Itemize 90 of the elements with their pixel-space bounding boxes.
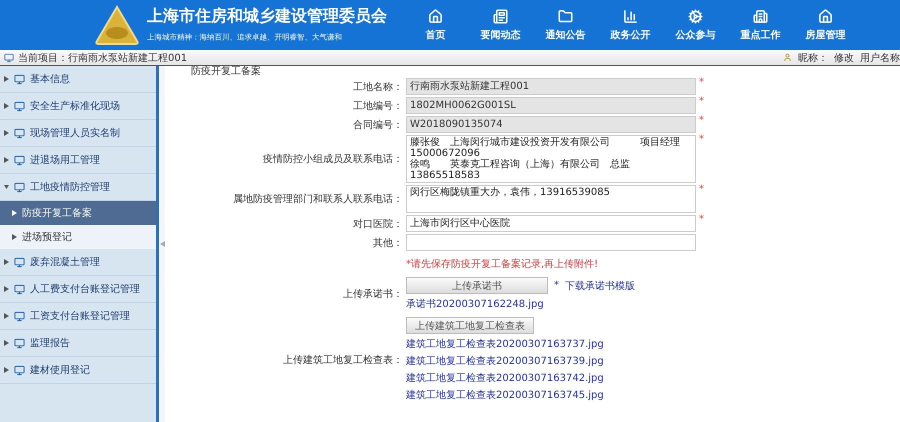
- caret-icon: [4, 340, 9, 346]
- file-link[interactable]: 建筑工地复工检查表20200307163745.jpg: [406, 388, 900, 402]
- caret-icon: [4, 259, 9, 265]
- text-area[interactable]: 滕张俊 上海闵行城市建设投资开发有限公司 项目经理 15000672096 徐鸣 英泰克工程咨询（上海）有限公司 总监 13865518583: [406, 135, 696, 183]
- nav-link[interactable]: 要闻动态: [468, 8, 533, 42]
- monitor-icon: [14, 100, 25, 112]
- sidebar-label: 废弃混凝土管理: [30, 256, 100, 269]
- sidebar-label: 建材使用登记: [30, 364, 90, 377]
- required-mark: *: [699, 97, 704, 107]
- nav-link[interactable]: 通知公告: [533, 8, 598, 42]
- caret-icon: [4, 313, 9, 319]
- field-label: 属地防疫管理部门和联系人联系电话：: [232, 192, 403, 206]
- caret-icon: [4, 367, 9, 373]
- site-title: 上海市住房和城乡建设管理委员会: [147, 6, 388, 27]
- notice-text: *请先保存防疫开复工备案记录,再上传附件!: [406, 258, 600, 272]
- chart-icon: [623, 8, 638, 24]
- caret-icon: [12, 210, 17, 216]
- caret-icon: [4, 103, 9, 109]
- caret-icon: [12, 234, 17, 240]
- input-field[interactable]: [406, 234, 696, 251]
- nav-link[interactable]: 政务公开: [598, 8, 663, 42]
- current-project: 当前项目：行南雨水泵站新建工程001: [18, 52, 188, 64]
- news-icon: [493, 8, 508, 24]
- monitor-icon: [14, 284, 25, 294]
- caret-icon: [4, 76, 9, 82]
- field-label: 其他：: [372, 236, 403, 250]
- file-link[interactable]: 建筑工地复工检查表20200307163739.jpg: [406, 354, 900, 368]
- user-icon: [783, 53, 792, 62]
- sidebar-label: 人工费支付台账登记管理: [30, 282, 140, 296]
- upload-button[interactable]: 上传建筑工地复工检查表: [406, 317, 534, 334]
- sidebar-label: 进退场用工管理: [30, 154, 100, 167]
- house-icon: [818, 8, 833, 24]
- home-icon: [428, 8, 443, 24]
- required-mark: *: [699, 135, 704, 145]
- monitor-icon: [14, 128, 25, 138]
- caret-icon: [4, 157, 9, 163]
- field-label: 工地编号：: [352, 100, 403, 112]
- field-label: 上传建筑工地复工检查表：: [282, 354, 403, 366]
- monitor-icon: [14, 154, 25, 166]
- upload-button[interactable]: 上传承诺书: [406, 277, 548, 294]
- collapse-icon[interactable]: [160, 241, 164, 247]
- file-link[interactable]: 建筑工地复工检查表20200307163742.jpg: [406, 371, 900, 385]
- sidebar-label: 工地疫情防控管理: [30, 180, 110, 194]
- folder-icon: [558, 8, 573, 24]
- input-field[interactable]: 行南雨水泵站新建工程001: [406, 78, 696, 95]
- logo-icon: [95, 5, 139, 45]
- building-icon: [753, 8, 768, 24]
- monitor-icon: [14, 256, 25, 268]
- monitor-icon: [14, 74, 25, 84]
- gear-icon: [688, 8, 703, 24]
- monitor-icon: [14, 310, 25, 322]
- required-mark: *: [699, 185, 704, 195]
- sidebar-subitem[interactable]: 防疫开复工备案: [0, 201, 156, 225]
- input-field[interactable]: 上海市闵行区中心医院: [406, 215, 696, 232]
- file-link[interactable]: 承诺书20200307162248.jpg: [406, 297, 900, 311]
- nav-link[interactable]: 公众参与: [663, 8, 728, 42]
- required-mark: *: [699, 215, 704, 225]
- monitor-icon: [14, 182, 25, 192]
- caret-icon: [4, 184, 9, 190]
- page-title: 防疫开复工备案: [190, 66, 262, 78]
- sidebar-label: 现场管理人员实名制: [30, 126, 120, 140]
- required-mark: *: [554, 280, 559, 291]
- field-label: 疫情防控小组成员及联系电话：: [262, 152, 403, 166]
- sidebar-subitem[interactable]: 进场预登记: [0, 225, 156, 249]
- field-label: 对口医院：: [352, 218, 403, 230]
- caret-icon: [4, 130, 9, 136]
- sidebar-label: 监理报告: [30, 336, 70, 350]
- nav-link[interactable]: 房屋管理: [793, 8, 858, 42]
- nav-link[interactable]: 重点工作: [728, 8, 793, 42]
- monitor-icon: [14, 338, 25, 348]
- template-link[interactable]: 下载承诺书模版: [565, 278, 635, 292]
- caret-icon: [4, 286, 9, 292]
- field-label: 工地名称：: [352, 80, 403, 94]
- username-label: 用户名称: [860, 52, 900, 64]
- edit-link[interactable]: 修改: [834, 50, 854, 64]
- nav-link[interactable]: 首页: [403, 8, 468, 42]
- sidebar-label: 基本信息: [30, 72, 70, 86]
- required-mark: *: [699, 78, 704, 88]
- input-field[interactable]: 1802MH0062G001SL: [406, 97, 696, 114]
- required-mark: *: [699, 116, 704, 126]
- monitor-icon: [4, 52, 14, 62]
- field-label: 上传承诺书：: [342, 288, 403, 301]
- sidebar-label: 工资支付台账登记管理: [30, 310, 130, 323]
- sidebar-label: 安全生产标准化现场: [30, 100, 120, 113]
- input-field[interactable]: W2018090135074: [406, 116, 696, 133]
- monitor-icon: [14, 364, 25, 376]
- file-link[interactable]: 建筑工地复工检查表20200307163737.jpg: [406, 337, 900, 351]
- text-area[interactable]: 闵行区梅陇镇重大办，袁伟，13916539085: [406, 185, 696, 213]
- field-label: 合同编号：: [352, 118, 403, 132]
- nickname-label: 昵称：: [798, 52, 828, 64]
